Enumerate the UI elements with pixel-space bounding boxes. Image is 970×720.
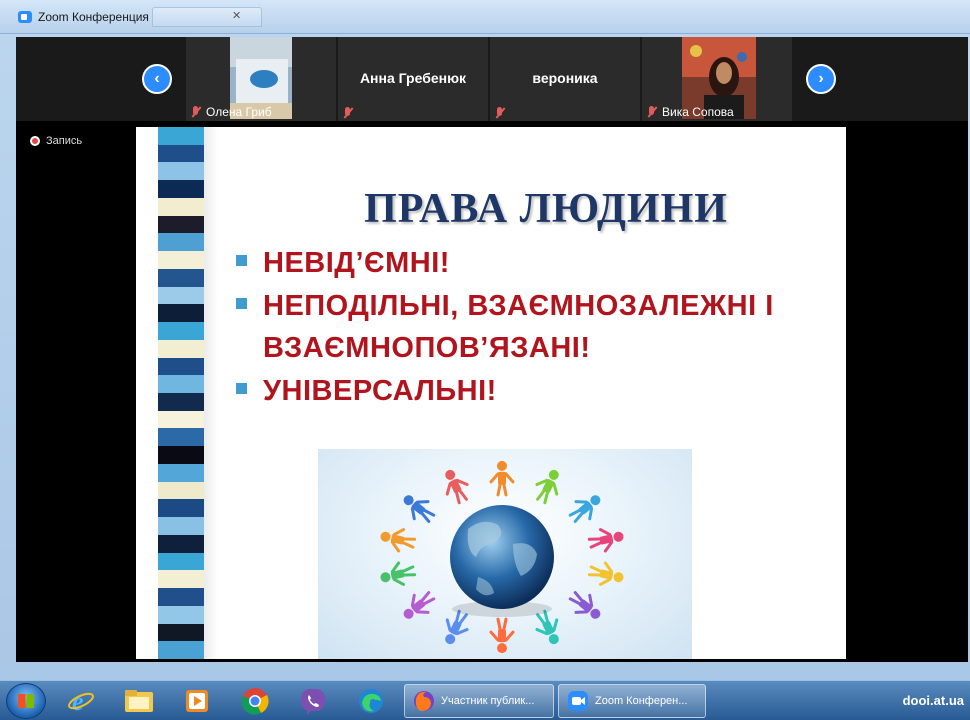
zoom-window: Zoom Конференция ✕ ‹ Олена Гриб Анна Гре… [0, 0, 970, 680]
shared-slide: ПРАВА ЛЮДИНИ НЕВІД’ЄМНІ! НЕПОДІЛЬНІ, ВЗА… [136, 127, 846, 659]
decorative-stripes [158, 127, 204, 659]
mic-muted-icon [342, 107, 354, 119]
edge-icon[interactable] [354, 685, 388, 717]
window-title: Zoom Конференция [38, 10, 149, 24]
person-figure [380, 528, 417, 553]
start-button[interactable] [6, 683, 46, 719]
slide-bullet: НЕПОДІЛЬНІ, ВЗАЄМНОЗАЛЕЖНІ І ВЗАЄМНОПОВ’… [236, 285, 816, 369]
person-figure [568, 495, 601, 523]
person-figure [489, 617, 515, 654]
participant-name: вероника [532, 70, 598, 86]
participant-name: Анна Гребенюк [359, 70, 467, 86]
taskbar-task-zoom[interactable]: Zoom Конферен... [558, 684, 706, 718]
participant-label: Вика Сопова [646, 105, 734, 119]
bullet-marker [236, 383, 247, 394]
participant-tile[interactable]: Олена Гриб [186, 37, 336, 121]
meeting-content: ‹ Олена Гриб Анна Гребенюк вероника Вика… [16, 37, 968, 662]
participant-tile[interactable]: вероника [490, 37, 640, 121]
participant-label: Олена Гриб [190, 105, 272, 119]
close-icon: ✕ [232, 10, 242, 22]
participant-tile[interactable]: Анна Гребенюк [338, 37, 488, 121]
bullet-marker [236, 255, 247, 266]
firefox-icon [414, 691, 434, 711]
person-figure [489, 460, 515, 497]
chrome-icon[interactable] [238, 685, 272, 717]
task-label: Zoom Конферен... [595, 695, 688, 707]
title-bar[interactable]: Zoom Конференция ✕ [0, 0, 970, 34]
person-figure [403, 591, 436, 619]
mic-muted-icon [494, 107, 506, 119]
person-figure [535, 469, 559, 505]
taskbar: e Участник публик... Zoom Конферен... do… [0, 680, 970, 720]
slide-title: ПРАВА ЛЮДИНИ [364, 186, 728, 232]
bullet-text: НЕПОДІЛЬНІ, ВЗАЄМНОЗАЛЕЖНІ І ВЗАЄМНОПОВ’… [263, 290, 774, 364]
folder-icon[interactable] [122, 685, 156, 717]
recording-indicator[interactable]: Запись [30, 135, 82, 147]
ie-icon[interactable]: e [64, 685, 98, 717]
recording-label: Запись [46, 135, 83, 147]
globe-people-illustration [318, 449, 692, 659]
participant-tile[interactable]: Вика Сопова [642, 37, 792, 121]
bullet-marker [236, 298, 247, 309]
mic-muted-icon [646, 106, 658, 118]
chevron-left-icon: ‹ [154, 70, 160, 87]
slide-bullet: УНІВЕРСАЛЬНІ! [236, 370, 497, 412]
mic-muted-icon [190, 106, 202, 118]
participant-label [342, 107, 354, 119]
person-figure [568, 591, 601, 619]
person-figure [445, 469, 469, 505]
taskbar-task-firefox[interactable]: Участник публик... [404, 684, 554, 718]
person-figure [380, 561, 417, 586]
person-figure [403, 495, 436, 523]
viber-icon[interactable] [296, 685, 330, 717]
participant-name: Вика Сопова [662, 105, 734, 119]
participant-label [494, 107, 506, 119]
zoom-icon [568, 691, 588, 711]
previous-participants-button[interactable]: ‹ [142, 64, 172, 94]
person-figure [587, 561, 624, 586]
next-participants-button[interactable]: › [806, 64, 836, 94]
record-icon [30, 136, 40, 146]
svg-text:e: e [72, 687, 84, 715]
watermark: dooi.at.ua [902, 693, 964, 708]
bullet-text: НЕВІД’ЄМНІ! [263, 247, 450, 279]
media-player-icon[interactable] [180, 685, 214, 717]
task-label: Участник публик... [441, 695, 535, 707]
zoom-icon [18, 11, 32, 23]
chevron-right-icon: › [818, 70, 824, 87]
participant-name: Олена Гриб [206, 105, 272, 119]
participant-strip: ‹ Олена Гриб Анна Гребенюк вероника Вика… [16, 37, 968, 121]
person-figure [587, 528, 624, 553]
title-tab [152, 7, 262, 27]
slide-bullet: НЕВІД’ЄМНІ! [236, 242, 450, 284]
bullet-text: УНІВЕРСАЛЬНІ! [263, 375, 497, 407]
